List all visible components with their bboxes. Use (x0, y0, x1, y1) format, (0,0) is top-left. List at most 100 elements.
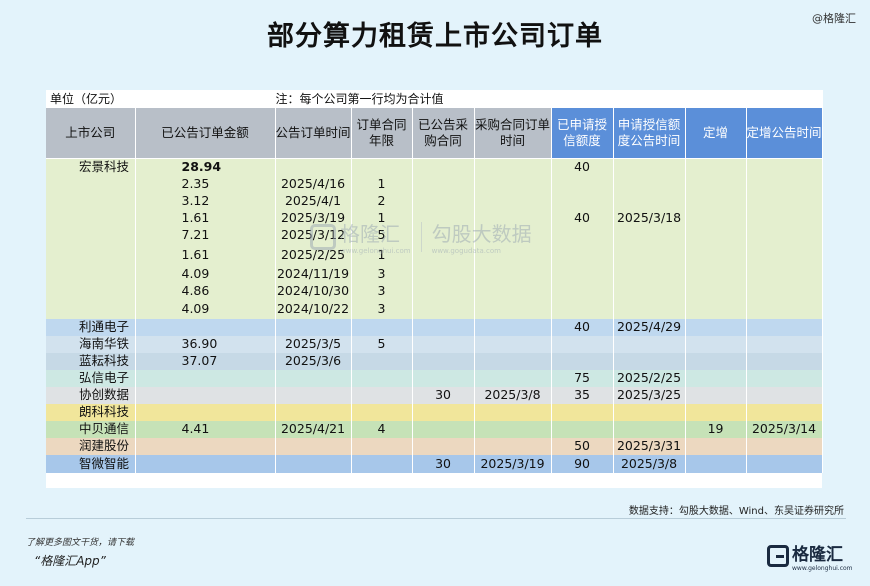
contract-years: 4 (351, 421, 413, 438)
header-company: 上市公司 (46, 108, 136, 159)
table-row: 海南华铁 36.90 2025/3/5 5 (46, 336, 823, 353)
company-name: 蓝耘科技 (46, 353, 136, 370)
credit-amount: 40 (551, 158, 614, 176)
header-years: 订单合同年限 (351, 108, 413, 159)
logo-url: www.gelonghui.com (792, 565, 853, 572)
placement-amount (685, 300, 747, 319)
order-amount (135, 387, 276, 404)
purchase-amount (412, 244, 475, 266)
credit-amount: 90 (551, 455, 614, 473)
placement-amount (685, 319, 747, 336)
order-amount: 2.35 (135, 176, 276, 193)
order-date: 2025/4/1 (275, 193, 352, 210)
order-amount: 1.61 (135, 244, 276, 266)
credit-amount (551, 227, 614, 244)
credit-date (613, 404, 686, 421)
contract-years: 1 (351, 176, 413, 193)
table-row: 4.09 2024/11/19 3 (46, 266, 823, 283)
header-amount: 已公告订单金额 (135, 108, 276, 159)
placement-date (746, 283, 823, 300)
header-purchase-date: 采购合同订单时间 (474, 108, 552, 159)
order-amount (135, 438, 276, 455)
placement-amount (685, 387, 747, 404)
order-amount: 36.90 (135, 336, 276, 353)
promo-line1: 了解更多图文干货，请下载 (26, 538, 135, 548)
placement-amount (685, 370, 747, 387)
credit-date (613, 353, 686, 370)
purchase-amount (412, 227, 475, 244)
table-row: 1.61 2025/2/25 1 (46, 244, 823, 266)
order-date: 2025/4/21 (275, 421, 352, 438)
placement-date (746, 244, 823, 266)
contract-years: 3 (351, 300, 413, 319)
purchase-date (474, 438, 552, 455)
promo-line2[interactable]: “格隆汇App” (34, 552, 106, 569)
company-name: 海南华铁 (46, 336, 136, 353)
purchase-amount (412, 176, 475, 193)
table-header: 上市公司 已公告订单金额 公告订单时间 订单合同年限 已公告采购合同 采购合同订… (46, 108, 823, 159)
contract-years (351, 158, 413, 176)
credit-date: 2025/4/29 (613, 319, 686, 336)
table-row: 3.12 2025/4/1 2 (46, 193, 823, 210)
contract-years: 3 (351, 266, 413, 283)
placement-amount (685, 158, 747, 176)
purchase-date (474, 283, 552, 300)
contract-years (351, 370, 413, 387)
purchase-date (474, 319, 552, 336)
purchase-date (474, 210, 552, 227)
order-date (275, 455, 352, 473)
credit-date (613, 283, 686, 300)
company-name: 朗科科技 (46, 404, 136, 421)
contract-years (351, 319, 413, 336)
purchase-date (474, 300, 552, 319)
order-amount: 28.94 (135, 158, 276, 176)
orders-table-panel: 单位（亿元） 注：每个公司第一行均为合计值 上市公司 已公告订单金额 公告订单时… (46, 90, 823, 488)
placement-amount (685, 283, 747, 300)
order-date: 2025/2/25 (275, 244, 352, 266)
company-name (46, 176, 136, 193)
order-date: 2024/10/30 (275, 283, 352, 300)
order-amount (135, 455, 276, 473)
order-amount: 7.21 (135, 227, 276, 244)
placement-date (746, 227, 823, 244)
contract-years: 5 (351, 227, 413, 244)
placement-date (746, 353, 823, 370)
purchase-amount (412, 421, 475, 438)
placement-amount (685, 266, 747, 283)
credit-date (613, 244, 686, 266)
table-row: 蓝耘科技 37.07 2025/3/6 (46, 353, 823, 370)
purchase-amount (412, 300, 475, 319)
contract-years (351, 387, 413, 404)
purchase-amount (412, 404, 475, 421)
table-row: 宏景科技 28.94 40 (46, 158, 823, 176)
unit-row: 单位（亿元） 注：每个公司第一行均为合计值 (46, 90, 823, 108)
placement-date (746, 176, 823, 193)
data-source: 数据支持：勾股大数据、Wind、东吴证券研究所 (628, 506, 844, 517)
table-row: 智微智能 30 2025/3/19 90 2025/3/8 (46, 455, 823, 473)
header-placement-date: 定增公告时间 (746, 108, 823, 159)
header-credit-date: 申请授信额度公告时间 (613, 108, 686, 159)
author-handle: @格隆汇 (812, 12, 856, 25)
placement-amount (685, 353, 747, 370)
table-row: 利通电子 40 2025/4/29 (46, 319, 823, 336)
order-date (275, 438, 352, 455)
purchase-amount (412, 210, 475, 227)
credit-date: 2025/3/25 (613, 387, 686, 404)
purchase-date (474, 353, 552, 370)
order-date (275, 387, 352, 404)
placement-date (746, 266, 823, 283)
header-placement: 定增 (685, 108, 747, 159)
table-row: 润建股份 50 2025/3/31 (46, 438, 823, 455)
company-name: 弘信电子 (46, 370, 136, 387)
contract-years (351, 353, 413, 370)
purchase-amount (412, 283, 475, 300)
purchase-amount (412, 193, 475, 210)
credit-amount: 40 (551, 319, 614, 336)
company-name (46, 244, 136, 266)
company-name: 利通电子 (46, 319, 136, 336)
order-amount (135, 319, 276, 336)
order-amount (135, 404, 276, 421)
placement-date (746, 455, 823, 473)
order-date: 2024/11/19 (275, 266, 352, 283)
logo-text: 格隆汇 (792, 545, 843, 565)
